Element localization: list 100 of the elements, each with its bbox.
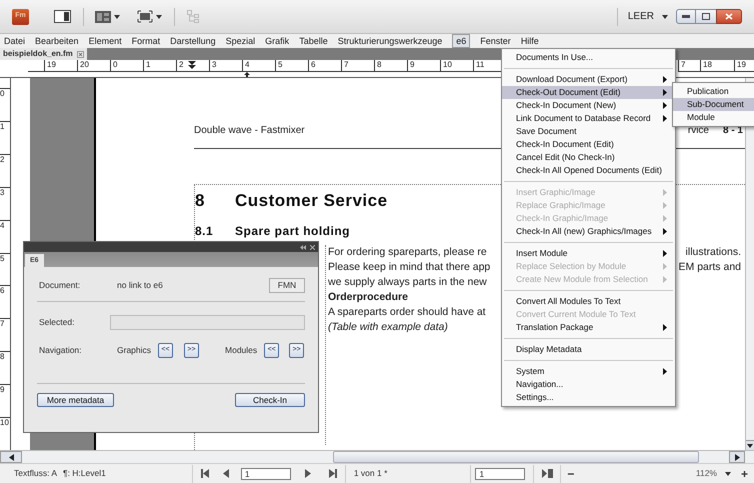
body-text-line: EM parts and bbox=[678, 260, 741, 275]
minimize-icon bbox=[682, 15, 690, 18]
selected-label: Selected: bbox=[38, 316, 76, 328]
left-arrow-icon bbox=[8, 454, 14, 460]
menu-item[interactable]: Check-Out Document (Edit) bbox=[502, 86, 675, 99]
ruler-number: 3 bbox=[0, 186, 10, 220]
section-heading: Spare part holding bbox=[235, 223, 350, 240]
restore-icon bbox=[702, 13, 710, 20]
more-metadata-button[interactable]: More metadata bbox=[37, 393, 114, 407]
body-text-line: (Table with example data) bbox=[328, 320, 448, 335]
submenu-item[interactable]: Module bbox=[673, 111, 754, 124]
running-header: Double wave - Fastmixer bbox=[194, 124, 305, 138]
menu-item[interactable]: Check-In All Opened Documents (Edit) bbox=[502, 164, 675, 177]
zoom-level[interactable]: 112% bbox=[696, 467, 717, 480]
grid-layout-icon bbox=[95, 10, 111, 22]
body-text-line: Please keep in mind that there app bbox=[328, 260, 490, 275]
right-arrow-icon bbox=[734, 454, 740, 460]
ruler-number: 20 bbox=[77, 60, 110, 71]
ruler-number: 5 bbox=[275, 60, 308, 71]
goto-icon[interactable] bbox=[542, 469, 554, 478]
horizontal-scrollbar[interactable] bbox=[0, 450, 754, 463]
ruler-number: 7 bbox=[678, 60, 700, 71]
ruler-number: 10 bbox=[440, 60, 473, 71]
menu-bar-item[interactable]: Element bbox=[88, 35, 122, 47]
submenu-arrow-icon bbox=[663, 324, 667, 331]
menu-bar-item[interactable]: Datei bbox=[4, 35, 26, 47]
restore-button[interactable] bbox=[696, 9, 716, 24]
ruler-number: 5 bbox=[0, 252, 10, 286]
close-button[interactable] bbox=[716, 9, 742, 24]
layout-dropdown[interactable] bbox=[95, 10, 120, 22]
menu-item[interactable]: Display Metadata bbox=[502, 343, 675, 356]
page-count: 1 von 1 * bbox=[354, 467, 388, 480]
previous-page-icon[interactable] bbox=[222, 469, 231, 478]
fmn-button[interactable]: FMN bbox=[269, 278, 305, 292]
menu-item[interactable]: Convert All Modules To Text bbox=[502, 295, 675, 308]
selected-field[interactable] bbox=[110, 314, 305, 330]
page-field[interactable]: 1 bbox=[240, 468, 291, 480]
menu-bar-item[interactable]: Grafik bbox=[265, 35, 290, 47]
body-text-line: we supply always parts in the new bbox=[328, 275, 487, 290]
dropdown-caret-icon bbox=[114, 14, 120, 18]
dropdown-caret-icon bbox=[724, 472, 731, 476]
body-text-line: illustrations. bbox=[686, 245, 741, 260]
check-in-button[interactable]: Check-In bbox=[235, 393, 305, 407]
menu-item[interactable]: Cancel Edit (No Check-In) bbox=[502, 151, 675, 164]
menu-bar-item[interactable]: Hilfe bbox=[520, 35, 539, 47]
submenu-item[interactable]: Sub-Document bbox=[673, 98, 754, 111]
menu-bar-item[interactable]: Spezial bbox=[226, 35, 256, 47]
tab-stop-icon[interactable] bbox=[244, 72, 250, 77]
workspace-dropdown[interactable]: LEER bbox=[628, 9, 668, 24]
ruler-number: 8 bbox=[0, 351, 10, 384]
ruler-number: 9 bbox=[0, 384, 10, 418]
panel-layout-icon[interactable] bbox=[54, 10, 71, 23]
line-field[interactable]: 1 bbox=[475, 468, 526, 480]
first-page-icon[interactable] bbox=[200, 469, 209, 478]
ruler-number: 1 bbox=[0, 120, 10, 154]
close-icon[interactable] bbox=[310, 244, 315, 250]
menu-bar-item[interactable]: Darstellung bbox=[170, 35, 216, 47]
menu-item[interactable]: Insert Module bbox=[502, 247, 675, 260]
menu-item[interactable]: Download Document (Export) bbox=[502, 73, 675, 86]
ruler-number: 19 bbox=[44, 60, 77, 71]
body-text-line: A spareparts order should have at bbox=[328, 305, 486, 320]
scroll-right-button[interactable] bbox=[729, 451, 745, 463]
menu-item[interactable]: Settings... bbox=[502, 391, 675, 404]
document-tab-label: beispieldok_en.fm bbox=[3, 48, 73, 60]
ruler-number: 9 bbox=[407, 60, 440, 71]
next-page-icon[interactable] bbox=[304, 469, 313, 478]
menu-item[interactable]: Navigation... bbox=[502, 378, 675, 391]
document-link-status: no link to e6 bbox=[117, 278, 164, 292]
menu-item[interactable]: System bbox=[502, 365, 675, 378]
chapter-heading: Customer Service bbox=[235, 190, 388, 212]
body-text-line: Orderprocedure bbox=[328, 290, 408, 305]
submenu-arrow-icon bbox=[663, 368, 667, 375]
last-page-icon[interactable] bbox=[328, 469, 337, 478]
submenu-item[interactable]: Publication bbox=[673, 85, 754, 98]
menu-item[interactable]: Link Document to Database Record bbox=[502, 112, 675, 125]
minimize-button[interactable] bbox=[676, 9, 696, 24]
menu-item[interactable]: Check-In Document (New) bbox=[502, 99, 675, 112]
menu-item[interactable]: Check-In Document (Edit) bbox=[502, 138, 675, 151]
menu-bar-item[interactable]: Fenster bbox=[480, 35, 511, 47]
body-text-line: For ordering spareparts, please re bbox=[328, 245, 487, 260]
menu-bar-item[interactable]: e6 bbox=[452, 34, 470, 48]
close-tab-icon[interactable] bbox=[76, 50, 84, 58]
graphics-label: Graphics bbox=[117, 344, 152, 356]
zoom-in-button[interactable]: + bbox=[740, 468, 748, 480]
scroll-thumb[interactable] bbox=[333, 451, 699, 463]
menu-bar-item[interactable]: Tabelle bbox=[299, 35, 328, 47]
menu-item[interactable]: Translation Package bbox=[502, 321, 675, 334]
menu-bar-item[interactable]: Format bbox=[132, 35, 160, 47]
menu-bar-item[interactable]: Strukturierungswerkzeuge bbox=[338, 35, 442, 47]
document-tab[interactable]: beispieldok_en.fm bbox=[0, 48, 87, 60]
collapse-icon[interactable] bbox=[300, 244, 306, 250]
scroll-left-button[interactable] bbox=[0, 451, 22, 463]
zoom-out-button[interactable]: − bbox=[567, 468, 574, 480]
scroll-down-button[interactable] bbox=[746, 440, 754, 450]
text-flow-label: Textfluss: A bbox=[14, 467, 57, 480]
menu-item[interactable]: Save Document bbox=[502, 125, 675, 138]
heading-number: 8 bbox=[195, 190, 206, 212]
frame-dropdown[interactable] bbox=[137, 10, 162, 23]
menu-bar-item[interactable]: Bearbeiten bbox=[35, 35, 79, 47]
menu-item[interactable]: Check-In All (new) Graphics/Images bbox=[502, 225, 675, 238]
